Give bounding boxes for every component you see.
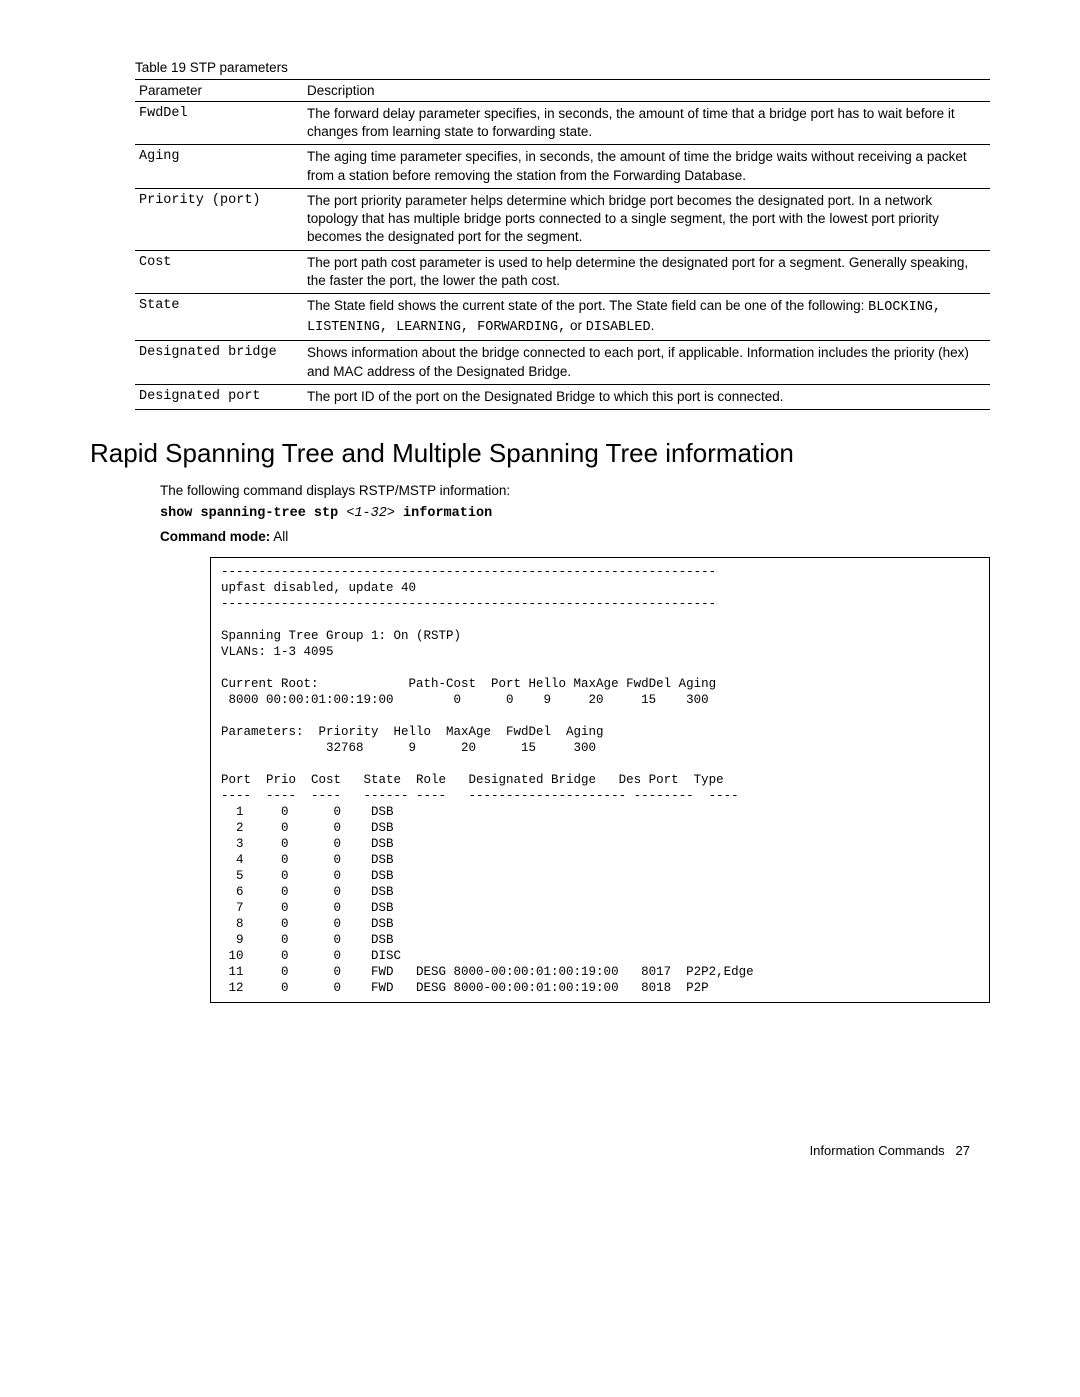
param-desc: The port ID of the port on the Designate… <box>303 384 990 409</box>
table-caption: Table 19 STP parameters <box>135 60 990 75</box>
param-name: FwdDel <box>135 102 303 145</box>
table-row: Designated bridge Shows information abou… <box>135 341 990 384</box>
section-heading: Rapid Spanning Tree and Multiple Spannin… <box>90 438 990 469</box>
footer-label: Information Commands <box>810 1143 945 1158</box>
col-description: Description <box>303 80 990 102</box>
page-footer: Information Commands 27 <box>90 1143 990 1158</box>
cli-output: ----------------------------------------… <box>210 557 990 1003</box>
param-desc: The State field shows the current state … <box>303 293 990 340</box>
param-desc: The port priority parameter helps determ… <box>303 188 990 250</box>
table-row: State The State field shows the current … <box>135 293 990 340</box>
param-name: Designated bridge <box>135 341 303 384</box>
footer-page: 27 <box>956 1143 970 1158</box>
command-text: show spanning-tree stp <box>160 506 346 521</box>
table-row: Priority (port) The port priority parame… <box>135 188 990 250</box>
command-text: information <box>395 506 492 521</box>
table-row: Designated port The port ID of the port … <box>135 384 990 409</box>
desc-text: . <box>651 318 655 333</box>
command-arg: <1-32> <box>346 506 395 521</box>
command-mode-label: Command mode: <box>160 529 270 544</box>
table-row: Cost The port path cost parameter is use… <box>135 250 990 293</box>
param-name: Designated port <box>135 384 303 409</box>
desc-text: The State field shows the current state … <box>307 298 868 313</box>
command-mode-value: All <box>270 529 288 544</box>
desc-text: or <box>566 318 586 333</box>
table-row: Aging The aging time parameter specifies… <box>135 145 990 188</box>
param-name: State <box>135 293 303 340</box>
stp-parameters-table: Parameter Description FwdDel The forward… <box>135 79 990 410</box>
param-desc: The aging time parameter specifies, in s… <box>303 145 990 188</box>
param-desc: Shows information about the bridge conne… <box>303 341 990 384</box>
param-name: Priority (port) <box>135 188 303 250</box>
command-line: show spanning-tree stp <1-32> informatio… <box>160 506 990 521</box>
param-name: Cost <box>135 250 303 293</box>
section-intro: The following command displays RSTP/MSTP… <box>160 483 990 498</box>
col-parameter: Parameter <box>135 80 303 102</box>
desc-mono: DISABLED <box>586 320 651 335</box>
param-desc: The port path cost parameter is used to … <box>303 250 990 293</box>
param-desc: The forward delay parameter specifies, i… <box>303 102 990 145</box>
table-row: FwdDel The forward delay parameter speci… <box>135 102 990 145</box>
command-mode: Command mode: All <box>160 529 990 544</box>
param-name: Aging <box>135 145 303 188</box>
